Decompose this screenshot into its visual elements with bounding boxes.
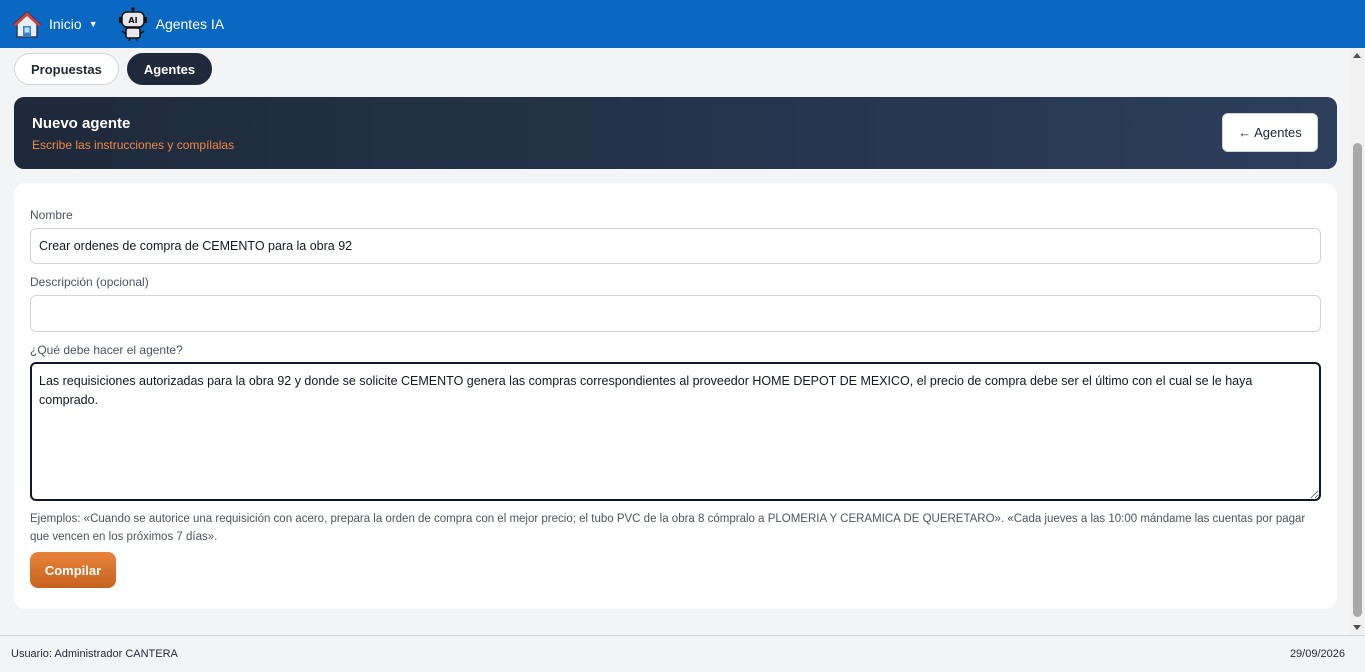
scroll-thumb[interactable] [1353, 143, 1362, 617]
robot-badge-text: AI [128, 16, 137, 25]
chevron-down-icon: ▼ [88, 19, 98, 29]
compile-button[interactable]: Compilar [30, 552, 116, 588]
page-scrollbar[interactable] [1350, 48, 1365, 635]
page-subtitle: Escribe las instrucciones y compílalas [32, 138, 235, 152]
tab-agentes[interactable]: Agentes [126, 53, 213, 85]
top-navbar: Inicio ▼ AI Agentes IA [0, 0, 1365, 48]
tab-bar: Propuestas Agentes [14, 53, 213, 85]
page-header-banner: Nuevo agente Escribe las instrucciones y… [14, 97, 1337, 169]
scroll-down-arrow-icon[interactable] [1353, 625, 1361, 630]
name-input[interactable] [30, 228, 1321, 264]
nav-home-label: Inicio [49, 16, 82, 32]
description-input[interactable] [30, 295, 1321, 332]
name-label: Nombre [30, 208, 73, 222]
nav-home-menu[interactable]: Inicio ▼ [12, 9, 118, 39]
agent-form-card: Nombre Descripción (opcional) ¿Qué debe … [14, 183, 1337, 609]
instructions-textarea[interactable]: Las requisiciones autorizadas para la ob… [30, 362, 1321, 501]
description-label: Descripción (opcional) [30, 275, 149, 289]
page-title: Nuevo agente [32, 115, 131, 132]
footer-date: 29/09/2026 [1289, 648, 1345, 660]
tab-propuestas[interactable]: Propuestas [14, 53, 119, 85]
nav-agents-link[interactable]: AI Agentes IA [118, 7, 225, 41]
instructions-label: ¿Qué debe hacer el agente? [30, 343, 183, 357]
status-footer: Usuario: Administrador CANTERA 29/09/202… [0, 635, 1365, 672]
home-icon [12, 10, 42, 38]
back-to-agents-button[interactable]: ← Agentes [1222, 113, 1318, 152]
examples-hint: Ejemplos: «Cuando se autorice una requis… [30, 513, 1306, 543]
robot-ai-icon: AI [118, 7, 147, 41]
nav-agents-label: Agentes IA [155, 16, 225, 32]
footer-user: Usuario: Administrador CANTERA [11, 648, 178, 660]
scroll-up-arrow-icon[interactable] [1353, 53, 1361, 58]
